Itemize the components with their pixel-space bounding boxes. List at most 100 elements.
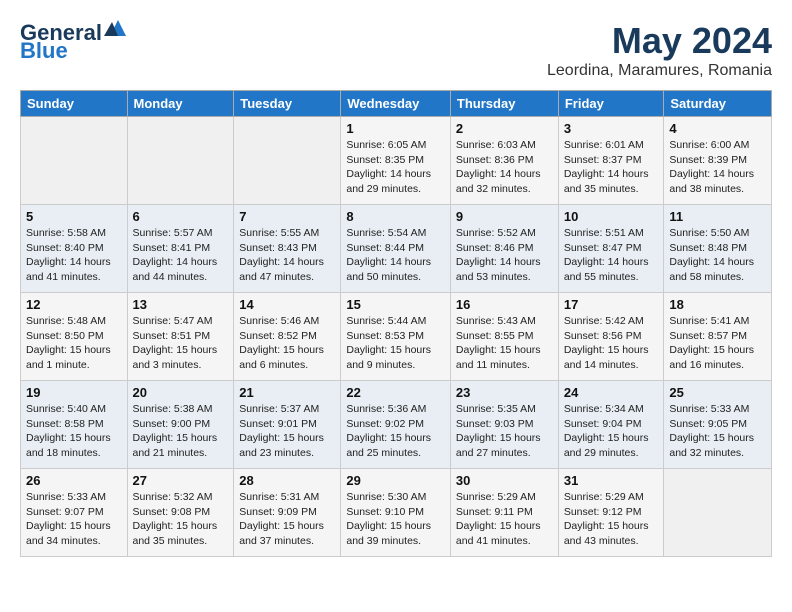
calendar-cell: 25Sunrise: 5:33 AM Sunset: 9:05 PM Dayli… bbox=[664, 381, 772, 469]
day-number: 17 bbox=[564, 297, 659, 312]
day-number: 3 bbox=[564, 121, 659, 136]
calendar-cell: 18Sunrise: 5:41 AM Sunset: 8:57 PM Dayli… bbox=[664, 293, 772, 381]
day-info: Sunrise: 5:57 AM Sunset: 8:41 PM Dayligh… bbox=[133, 226, 229, 285]
weekday-header-thursday: Thursday bbox=[450, 91, 558, 117]
day-number: 11 bbox=[669, 209, 766, 224]
logo-icon bbox=[104, 18, 126, 40]
calendar-cell: 11 Sunrise: 5:50 AM Sunset: 8:48 PM Dayli… bbox=[664, 205, 772, 293]
calendar-cell: 21 Sunrise: 5:37 AM Sunset: 9:01 PM Dayli… bbox=[234, 381, 341, 469]
day-info: Sunrise: 5:31 AM Sunset: 9:09 PM Dayligh… bbox=[239, 490, 335, 549]
weekday-header-monday: Monday bbox=[127, 91, 234, 117]
calendar-cell: 3 Sunrise: 6:01 AM Sunset: 8:37 PM Daylig… bbox=[558, 117, 664, 205]
day-number: 8 bbox=[346, 209, 445, 224]
day-number: 4 bbox=[669, 121, 766, 136]
day-number: 13 bbox=[133, 297, 229, 312]
day-info: Sunrise: 5:55 AM Sunset: 8:43 PM Dayligh… bbox=[239, 226, 335, 285]
day-info: Sunrise: 5:47 AM Sunset: 8:51 PM Dayligh… bbox=[133, 314, 229, 373]
calendar-cell bbox=[664, 469, 772, 557]
calendar-cell: 29 Sunrise: 5:30 AM Sunset: 9:10 PM Dayli… bbox=[341, 469, 451, 557]
calendar-week-2: 5 Sunrise: 5:58 AM Sunset: 8:40 PM Daylig… bbox=[21, 205, 772, 293]
day-number: 29 bbox=[346, 473, 445, 488]
day-number: 9 bbox=[456, 209, 553, 224]
calendar-cell: 7 Sunrise: 5:55 AM Sunset: 8:43 PM Daylig… bbox=[234, 205, 341, 293]
logo-blue-text: Blue bbox=[20, 38, 68, 64]
day-info: Sunrise: 5:54 AM Sunset: 8:44 PM Dayligh… bbox=[346, 226, 445, 285]
calendar-cell: 27 Sunrise: 5:32 AM Sunset: 9:08 PM Dayli… bbox=[127, 469, 234, 557]
page-header: General Blue May 2024 Leordina, Maramure… bbox=[20, 20, 772, 80]
day-info: Sunrise: 5:35 AM Sunset: 9:03 PM Dayligh… bbox=[456, 402, 553, 461]
day-info: Sunrise: 6:05 AM Sunset: 8:35 PM Dayligh… bbox=[346, 138, 445, 197]
calendar-cell: 1Sunrise: 6:05 AM Sunset: 8:35 PM Daylig… bbox=[341, 117, 451, 205]
day-number: 31 bbox=[564, 473, 659, 488]
day-number: 23 bbox=[456, 385, 553, 400]
calendar-week-5: 26 Sunrise: 5:33 AM Sunset: 9:07 PM Dayli… bbox=[21, 469, 772, 557]
calendar-cell: 19 Sunrise: 5:40 AM Sunset: 8:58 PM Dayli… bbox=[21, 381, 128, 469]
day-info: Sunrise: 5:29 AM Sunset: 9:12 PM Dayligh… bbox=[564, 490, 659, 549]
calendar-table: SundayMondayTuesdayWednesdayThursdayFrid… bbox=[20, 90, 772, 557]
calendar-cell: 9 Sunrise: 5:52 AM Sunset: 8:46 PM Daylig… bbox=[450, 205, 558, 293]
day-info: Sunrise: 5:29 AM Sunset: 9:11 PM Dayligh… bbox=[456, 490, 553, 549]
calendar-cell: 23 Sunrise: 5:35 AM Sunset: 9:03 PM Dayli… bbox=[450, 381, 558, 469]
day-number: 15 bbox=[346, 297, 445, 312]
calendar-cell: 4 Sunrise: 6:00 AM Sunset: 8:39 PM Daylig… bbox=[664, 117, 772, 205]
calendar-cell: 20Sunrise: 5:38 AM Sunset: 9:00 PM Dayli… bbox=[127, 381, 234, 469]
calendar-cell: 2 Sunrise: 6:03 AM Sunset: 8:36 PM Daylig… bbox=[450, 117, 558, 205]
day-number: 22 bbox=[346, 385, 445, 400]
day-number: 19 bbox=[26, 385, 122, 400]
day-info: Sunrise: 5:33 AM Sunset: 9:05 PM Dayligh… bbox=[669, 402, 766, 461]
day-number: 26 bbox=[26, 473, 122, 488]
calendar-cell: 22 Sunrise: 5:36 AM Sunset: 9:02 PM Dayli… bbox=[341, 381, 451, 469]
day-info: Sunrise: 5:40 AM Sunset: 8:58 PM Dayligh… bbox=[26, 402, 122, 461]
calendar-cell: 15 Sunrise: 5:44 AM Sunset: 8:53 PM Dayli… bbox=[341, 293, 451, 381]
day-info: Sunrise: 5:37 AM Sunset: 9:01 PM Dayligh… bbox=[239, 402, 335, 461]
day-number: 27 bbox=[133, 473, 229, 488]
calendar-week-4: 19 Sunrise: 5:40 AM Sunset: 8:58 PM Dayli… bbox=[21, 381, 772, 469]
day-info: Sunrise: 5:44 AM Sunset: 8:53 PM Dayligh… bbox=[346, 314, 445, 373]
calendar-cell: 6 Sunrise: 5:57 AM Sunset: 8:41 PM Daylig… bbox=[127, 205, 234, 293]
calendar-cell bbox=[21, 117, 128, 205]
day-info: Sunrise: 5:48 AM Sunset: 8:50 PM Dayligh… bbox=[26, 314, 122, 373]
month-year-title: May 2024 bbox=[547, 20, 772, 62]
logo: General Blue bbox=[20, 20, 126, 64]
day-info: Sunrise: 5:42 AM Sunset: 8:56 PM Dayligh… bbox=[564, 314, 659, 373]
calendar-cell: 10Sunrise: 5:51 AM Sunset: 8:47 PM Dayli… bbox=[558, 205, 664, 293]
day-info: Sunrise: 5:30 AM Sunset: 9:10 PM Dayligh… bbox=[346, 490, 445, 549]
calendar-week-3: 12Sunrise: 5:48 AM Sunset: 8:50 PM Dayli… bbox=[21, 293, 772, 381]
day-number: 5 bbox=[26, 209, 122, 224]
day-number: 2 bbox=[456, 121, 553, 136]
day-number: 6 bbox=[133, 209, 229, 224]
calendar-week-1: 1Sunrise: 6:05 AM Sunset: 8:35 PM Daylig… bbox=[21, 117, 772, 205]
calendar-cell: 28 Sunrise: 5:31 AM Sunset: 9:09 PM Dayli… bbox=[234, 469, 341, 557]
day-info: Sunrise: 5:52 AM Sunset: 8:46 PM Dayligh… bbox=[456, 226, 553, 285]
day-info: Sunrise: 5:41 AM Sunset: 8:57 PM Dayligh… bbox=[669, 314, 766, 373]
day-info: Sunrise: 6:01 AM Sunset: 8:37 PM Dayligh… bbox=[564, 138, 659, 197]
weekday-header-tuesday: Tuesday bbox=[234, 91, 341, 117]
day-info: Sunrise: 5:36 AM Sunset: 9:02 PM Dayligh… bbox=[346, 402, 445, 461]
weekday-header-friday: Friday bbox=[558, 91, 664, 117]
calendar-cell: 24 Sunrise: 5:34 AM Sunset: 9:04 PM Dayli… bbox=[558, 381, 664, 469]
day-number: 14 bbox=[239, 297, 335, 312]
day-info: Sunrise: 6:00 AM Sunset: 8:39 PM Dayligh… bbox=[669, 138, 766, 197]
calendar-cell: 12Sunrise: 5:48 AM Sunset: 8:50 PM Dayli… bbox=[21, 293, 128, 381]
weekday-header-row: SundayMondayTuesdayWednesdayThursdayFrid… bbox=[21, 91, 772, 117]
day-number: 21 bbox=[239, 385, 335, 400]
weekday-header-sunday: Sunday bbox=[21, 91, 128, 117]
day-info: Sunrise: 5:58 AM Sunset: 8:40 PM Dayligh… bbox=[26, 226, 122, 285]
day-number: 24 bbox=[564, 385, 659, 400]
day-info: Sunrise: 5:51 AM Sunset: 8:47 PM Dayligh… bbox=[564, 226, 659, 285]
calendar-cell: 26 Sunrise: 5:33 AM Sunset: 9:07 PM Dayli… bbox=[21, 469, 128, 557]
day-info: Sunrise: 5:33 AM Sunset: 9:07 PM Dayligh… bbox=[26, 490, 122, 549]
day-number: 7 bbox=[239, 209, 335, 224]
calendar-cell: 31 Sunrise: 5:29 AM Sunset: 9:12 PM Dayli… bbox=[558, 469, 664, 557]
day-number: 30 bbox=[456, 473, 553, 488]
day-info: Sunrise: 6:03 AM Sunset: 8:36 PM Dayligh… bbox=[456, 138, 553, 197]
calendar-cell: 5 Sunrise: 5:58 AM Sunset: 8:40 PM Daylig… bbox=[21, 205, 128, 293]
day-info: Sunrise: 5:46 AM Sunset: 8:52 PM Dayligh… bbox=[239, 314, 335, 373]
day-number: 28 bbox=[239, 473, 335, 488]
day-info: Sunrise: 5:34 AM Sunset: 9:04 PM Dayligh… bbox=[564, 402, 659, 461]
day-info: Sunrise: 5:32 AM Sunset: 9:08 PM Dayligh… bbox=[133, 490, 229, 549]
location-subtitle: Leordina, Maramures, Romania bbox=[547, 62, 772, 80]
calendar-cell bbox=[234, 117, 341, 205]
day-info: Sunrise: 5:50 AM Sunset: 8:48 PM Dayligh… bbox=[669, 226, 766, 285]
day-number: 20 bbox=[133, 385, 229, 400]
